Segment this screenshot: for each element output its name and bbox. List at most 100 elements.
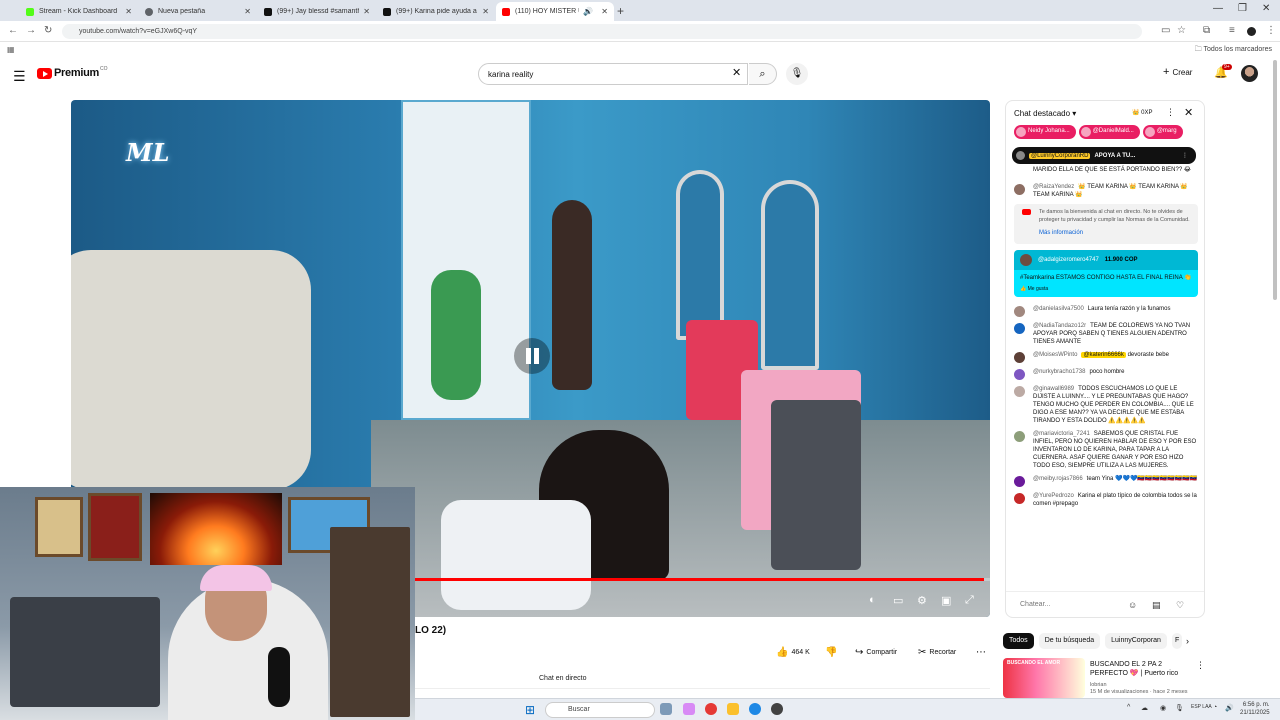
avatar [1014,322,1025,334]
video-options-icon[interactable]: ⋮ [1196,660,1205,671]
speaker-icon[interactable]: 🔊 [583,7,593,16]
close-tab-icon[interactable]: ✕ [363,7,370,16]
chat-messages: MARIDO ELLA DE QUE SE ESTÁ PORTANDO BIEN… [1006,166,1204,508]
tab-tiktok-jay-blessd[interactable]: (99+) Jay blessd #samantha #bi✕ [258,2,376,21]
clock[interactable]: 6:56 p. m. 21/11/2025 [1240,701,1270,717]
chat-input[interactable]: Chatear... ☺ ▤ ♡ [1006,591,1204,617]
copilot-icon[interactable] [683,703,695,715]
chip-next[interactable]: F [1171,633,1182,649]
page-scrollbar[interactable] [1273,60,1277,300]
live-chat-label: Chat en directo [539,675,587,682]
url-field[interactable]: youtube.com/watch?v=eGJXw6Q-vqY [62,24,1142,39]
profile-icon[interactable] [1247,27,1256,36]
reload-icon[interactable]: ↻ [44,25,52,36]
windows-start-icon[interactable]: ⊞ [525,703,535,717]
create-button[interactable]: + Crear [1163,66,1192,78]
like-button[interactable]: 👍 464 K [776,643,810,661]
minimize-icon[interactable]: — [1213,3,1223,14]
taskbar-search[interactable]: Buscar [545,702,655,718]
mic-tray-icon: 🎙 [1175,705,1184,712]
search-input[interactable]: karina reality [478,63,748,85]
subtitles-icon[interactable]: ▭ [893,594,903,607]
account-avatar[interactable] [1241,65,1258,82]
search-button[interactable]: ⌕ [749,63,777,85]
close-window-icon[interactable]: ✕ [1262,3,1270,14]
more-actions-icon[interactable]: ⋯ [976,643,986,661]
tray-chevron-icon[interactable]: ^ [1127,704,1130,711]
tab-youtube-active[interactable]: (110) HOY MISTER UNIVER🔊✕ [496,2,614,21]
all-bookmarks[interactable]: 🗀 Todos los marcadores [1195,45,1272,56]
thumbs-up-icon: 👍 [776,646,789,658]
close-tab-icon[interactable]: ✕ [244,7,251,16]
voice-search-button[interactable]: 🎙 [786,63,808,85]
chat-options-icon[interactable]: ⋮ [1166,107,1175,118]
xp-badge: 👑 0XP [1132,110,1153,116]
cast-icon[interactable]: ▭ [1161,25,1170,36]
hamburger-menu-icon[interactable]: ☰ [13,68,26,85]
webcam-overlay [0,487,415,720]
clear-search-icon[interactable]: ✕ [732,66,741,79]
donor-pill[interactable]: Neidy Johana... [1014,125,1076,139]
menu-dots-icon[interactable]: ⋮ [1266,25,1276,36]
autoplay-toggle-icon[interactable]: ◐ [869,594,876,606]
youtube-premium-logo[interactable]: Premium CO [37,66,107,79]
share-button[interactable]: ↪ Compartir [855,643,897,661]
extensions-icon[interactable]: ⧉ [1203,25,1210,36]
close-tab-icon[interactable]: ✕ [482,7,489,16]
super-chat-icon[interactable]: ▤ [1152,600,1161,611]
apps-grid-icon[interactable]: ▦ [7,45,15,54]
thumbs-down-icon: 👎 [825,646,838,658]
widgets-icon[interactable] [660,703,672,715]
top-donors-row: Neidy Johana... @DanielMald... @marg [1006,125,1204,143]
globe-icon [145,7,153,16]
dislike-button[interactable]: 👎 [825,643,837,661]
back-icon[interactable]: ← [8,25,18,36]
like-super-chat-button[interactable]: 👍 Me gusta [1020,285,1192,293]
maximize-icon[interactable]: ❐ [1238,3,1247,14]
emoji-icon[interactable]: ☺ [1128,600,1137,610]
close-tab-icon[interactable]: ✕ [125,7,132,16]
hanging-clothes [71,250,311,490]
chevron-right-icon[interactable]: › [1186,636,1189,646]
avatar [1014,430,1025,442]
progress-bar[interactable] [414,578,990,581]
clip-button[interactable]: ✂ Recortar [918,643,956,661]
sidepanel-icon[interactable]: ≡ [1229,25,1235,36]
chip-todos[interactable]: Todos [1003,633,1034,649]
chip-luinny[interactable]: LuinnyCorporan [1105,633,1167,649]
share-icon: ↪ [855,646,864,658]
obs-icon[interactable] [771,703,783,715]
edge-icon[interactable] [749,703,761,715]
chat-mode-dropdown[interactable]: Chat destacado ▾ [1014,109,1076,118]
file-explorer-icon[interactable] [727,703,739,715]
donor-pill[interactable]: @marg [1142,125,1183,139]
heart-icon[interactable]: ♡ [1176,600,1184,611]
pinned-message[interactable]: @LuinnyCorporanRD APOYA A TU... ⋮ [1012,147,1196,164]
tab-nueva-pestana[interactable]: Nueva pestaña ✕ [139,2,257,21]
more-info-link[interactable]: Más información [1039,230,1192,238]
new-tab-icon[interactable]: + [617,4,624,18]
donor-pill[interactable]: @DanielMald... [1078,125,1140,139]
search-icon: ⌕ [759,68,766,80]
close-chat-icon[interactable]: ✕ [1184,106,1193,119]
close-tab-icon[interactable]: ✕ [601,7,608,16]
tab-kick-dashboard[interactable]: Stream - Kick Dashboard ✕ [20,2,138,21]
wall-portrait [35,497,83,557]
browser-tab-bar: Stream - Kick Dashboard ✕ Nueva pestaña ✕ … [0,0,1280,21]
fullscreen-icon[interactable]: ⤢ [965,594,974,607]
miniplayer-icon[interactable]: ▣ [941,594,951,607]
desk-shelf [10,597,160,707]
chat-replay-bar [415,688,990,698]
tab-tiktok-karina[interactable]: (99+) Karina pide ayuda a WEST✕ [377,2,495,21]
language-indicator[interactable]: ESP LAA [1191,704,1212,710]
star-icon[interactable]: ☆ [1177,25,1186,36]
video-thumbnail[interactable]: BUSCANDO EL AMOR [1003,658,1085,698]
pause-button[interactable] [514,338,550,374]
forward-icon[interactable]: → [26,25,36,36]
pinned-options-icon[interactable]: ⋮ [1182,152,1188,159]
settings-gear-icon[interactable]: ⚙ [917,594,927,607]
chrome-icon[interactable] [705,703,717,715]
recommended-video[interactable]: BUSCANDO EL AMOR BUSCANDO EL 2 PA 2 PERF… [1003,658,1273,698]
youtube-icon [1022,209,1031,215]
chip-de-tu-busqueda[interactable]: De tu búsqueda [1038,633,1101,649]
